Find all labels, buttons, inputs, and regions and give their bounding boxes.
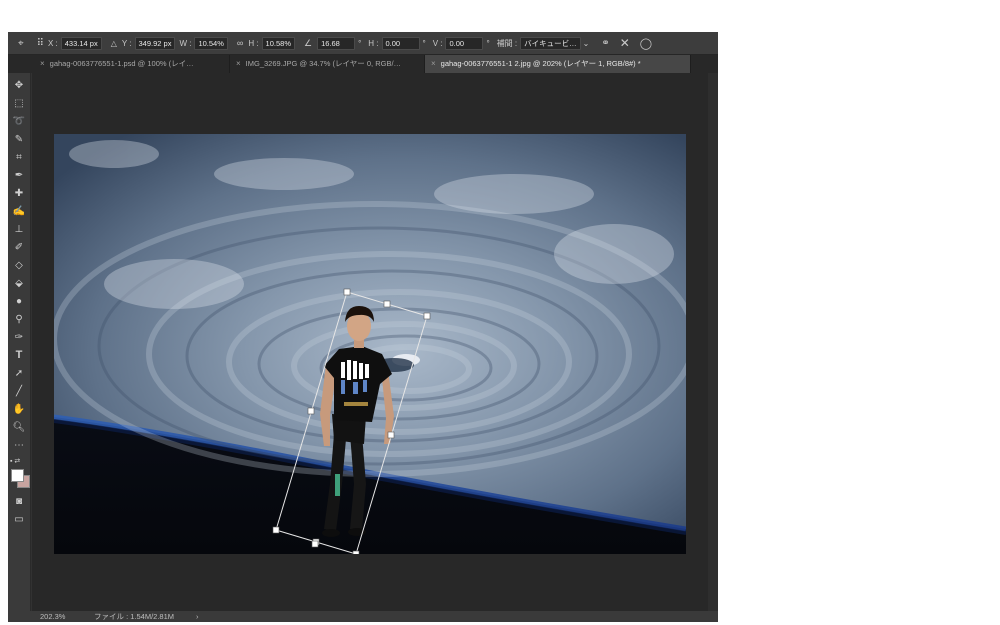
cancel-transform-icon[interactable]: ✕ [620,36,630,50]
interpolation-select[interactable]: バイキュービ… [520,36,581,50]
pen-tool-icon[interactable]: ✑ [10,329,28,345]
vskew-field[interactable]: 0.00 [445,36,484,50]
line-tool-icon[interactable]: ╱ [10,383,28,399]
rotate-field[interactable]: 16.68 [317,36,356,50]
chevron-down-icon[interactable]: ⌄ [583,39,590,48]
status-menu-arrow-icon[interactable]: › [196,611,199,622]
canvas-area[interactable] [32,73,718,611]
options-bar: ⌖ ⠿ X : 433.14 px △ Y : 349.92 px W : 10… [8,32,718,55]
tab-img-3269[interactable]: × IMG_3269.JPG @ 34.7% (レイヤー 0, RGB/… [230,55,425,73]
y-label: Y : [121,38,132,48]
photoshop-window: ⌖ ⠿ X : 433.14 px △ Y : 349.92 px W : 10… [8,32,718,622]
vskew-label: V : [432,38,443,48]
paint-bucket-tool-icon[interactable]: ⬙ [10,275,28,291]
tab-close-icon[interactable]: × [40,59,45,68]
x-label: X : [47,38,58,48]
history-brush-tool-icon[interactable]: ✐ [10,239,28,255]
move-tool-icon[interactable]: ✥ [10,77,28,93]
foreground-color-swatch[interactable] [11,469,24,482]
tools-panel: ✥ ⬚ ➰ ✎ ⌗ ✒ ✚ ✍ ⊥ ✐ ◇ ⬙ ● ⚲ ✑ T ➚ ╱ ✋ 🔍︎… [8,73,31,622]
more-tools-icon[interactable]: ⋯ [10,437,28,453]
tab-close-icon[interactable]: × [431,59,436,68]
reference-point-icon[interactable]: ⌖ [18,38,24,49]
tab-label: gahag-0063776551-1.psd @ 100% (レイ… [49,59,194,68]
file-size: ファイル : 1.54M/2.81M [94,612,175,621]
h-label: H : [248,38,259,48]
path-select-tool-icon[interactable]: ➚ [10,365,28,381]
w-label: W : [179,38,192,48]
document-canvas[interactable] [54,134,686,554]
crop-tool-icon[interactable]: ⌗ [10,149,28,165]
eyedropper-tool-icon[interactable]: ✒ [10,167,28,183]
brush-tool-icon[interactable]: ✍ [10,203,28,219]
zoom-level[interactable]: 202.3% [40,611,65,622]
link-icon[interactable]: ∞ [237,38,243,48]
screen-mode-icon[interactable]: ▭ [10,511,28,527]
vertical-scrollbar[interactable] [708,73,718,611]
warp-icon[interactable]: ⚭ [601,38,609,49]
hskew-label: H : [368,38,379,48]
quick-mask-icon[interactable]: ◙ [10,493,28,509]
dodge-tool-icon[interactable]: ⚲ [10,311,28,327]
interpolation-label: 補間 : [496,38,518,48]
tab-close-icon[interactable]: × [236,59,241,68]
document-image[interactable] [54,134,686,554]
angle-icon: ∠ [303,37,313,48]
healing-brush-tool-icon[interactable]: ✚ [10,185,28,201]
tab-gahag-jpg[interactable]: × gahag-0063776551-1 2.jpg @ 202% (レイヤー 1… [425,55,691,73]
marquee-tool-icon[interactable]: ⬚ [10,95,28,111]
rotate-unit: ° [358,38,362,48]
blur-tool-icon[interactable]: ● [10,293,28,309]
eraser-tool-icon[interactable]: ◇ [10,257,28,273]
hskew-unit: ° [422,38,426,48]
triangle-icon[interactable]: △ [111,39,117,48]
commit-transform-icon[interactable]: ◯ [640,37,652,50]
type-tool-icon[interactable]: T [10,347,28,363]
status-bar: 202.3% ファイル : 1.54M/2.81M › [8,611,718,622]
x-field[interactable]: 433.14 px [60,36,102,50]
tab-label: IMG_3269.JPG @ 34.7% (レイヤー 0, RGB/… [245,59,402,68]
quick-select-tool-icon[interactable]: ✎ [10,131,28,147]
reference-grid-icon[interactable]: ⠿ [37,38,44,49]
w-field[interactable]: 10.54% [194,36,228,50]
tab-label: gahag-0063776551-1 2.jpg @ 202% (レイヤー 1,… [440,59,641,68]
vskew-unit: ° [486,38,490,48]
stamp-tool-icon[interactable]: ⊥ [10,221,28,237]
tab-gahag-psd[interactable]: × gahag-0063776551-1.psd @ 100% (レイ… [34,55,230,73]
y-field[interactable]: 349.92 px [134,36,176,50]
zoom-tool-icon[interactable]: 🔍︎ [10,419,28,435]
document-tabs: × gahag-0063776551-1.psd @ 100% (レイ… × IMG… [8,55,718,73]
lasso-tool-icon[interactable]: ➰ [10,113,28,129]
hand-tool-icon[interactable]: ✋ [10,401,28,417]
hskew-field[interactable]: 0.00 [381,36,420,50]
default-colors-icon[interactable]: ▪ ⇄ [10,453,28,469]
h-field[interactable]: 10.58% [261,36,295,50]
